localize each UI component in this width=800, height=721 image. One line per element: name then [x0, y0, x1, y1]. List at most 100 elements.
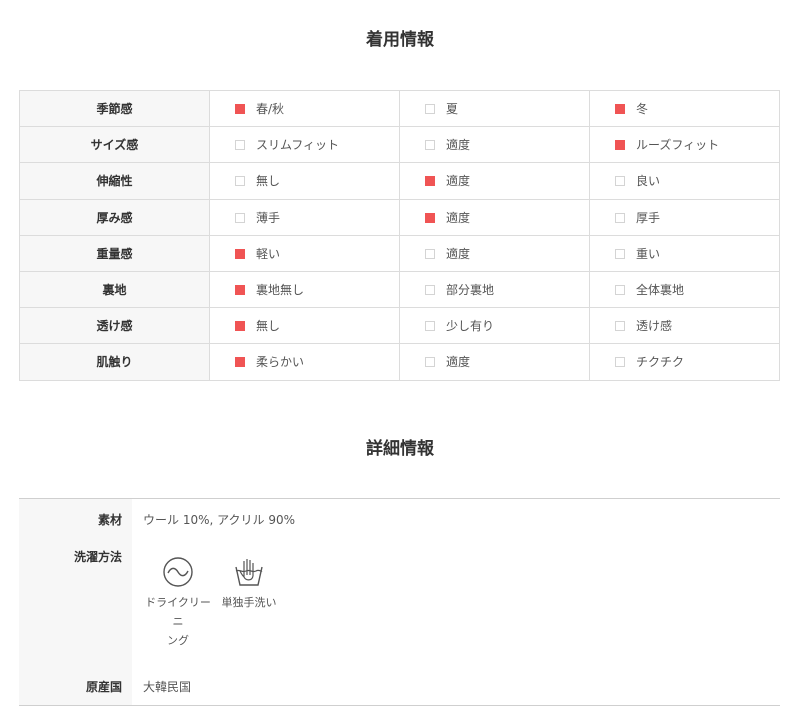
wear-row: 伸縮性 無し 適度 良い [19, 162, 780, 200]
wear-option: 重い [589, 234, 780, 272]
wear-option-label: 適度 [446, 355, 471, 370]
wear-option-label: 軽い [256, 246, 281, 261]
checked-box-icon [235, 357, 245, 368]
wear-option: 部分裏地 [399, 270, 590, 309]
unchecked-box-icon [425, 321, 435, 332]
unchecked-box-icon [425, 248, 435, 259]
dry-clean-icon [163, 557, 193, 587]
wear-option: スリムフィット [209, 126, 400, 164]
wear-option: 透け感 [589, 307, 780, 345]
wear-row: 透け感 無し 少し有り 透け感 [19, 307, 780, 345]
wear-option: 厚手 [589, 198, 780, 236]
unchecked-box-icon [235, 176, 245, 187]
material-label: 素材 [97, 513, 122, 527]
wear-row-label: 透け感 [19, 307, 210, 345]
checked-box-icon [235, 248, 245, 259]
wear-option: ルーズフィット [589, 126, 780, 164]
wear-option-label: 無し [256, 174, 281, 189]
wear-row: 季節感 春/秋 夏 冬 [19, 89, 780, 128]
checked-box-icon [615, 104, 625, 115]
wear-option: 柔らかい [209, 343, 400, 381]
checked-box-icon [235, 104, 245, 115]
unchecked-box-icon [425, 357, 435, 368]
wear-option: 夏 [399, 89, 590, 128]
wear-option: 適度 [399, 343, 590, 381]
unchecked-box-icon [425, 104, 435, 115]
detail-labels-column [19, 499, 132, 705]
unchecked-box-icon [615, 285, 625, 296]
wear-option-label: 部分裏地 [446, 283, 495, 298]
wear-row: 重量感 軽い 適度 重い [19, 234, 780, 272]
wear-option-label: スリムフィット [256, 138, 340, 153]
unchecked-box-icon [615, 248, 625, 259]
wear-option: 春/秋 [209, 89, 400, 128]
unchecked-box-icon [425, 140, 435, 151]
checked-box-icon [425, 212, 435, 223]
wear-option: 良い [589, 162, 780, 200]
unchecked-box-icon [425, 285, 435, 296]
wear-option: 適度 [399, 126, 590, 164]
wear-option: 適度 [399, 234, 590, 272]
wear-option-label: 良い [636, 174, 661, 189]
wear-option: 冬 [589, 89, 780, 128]
checked-box-icon [615, 140, 625, 151]
detail-info-title: 詳細情報 [366, 439, 434, 459]
wear-option-label: 春/秋 [256, 102, 285, 117]
hand-wash-icon [235, 559, 263, 586]
wear-row: 厚み感 薄手 適度 厚手 [19, 198, 780, 236]
origin-label: 原産国 [85, 680, 122, 694]
wear-option: 裏地無し [209, 270, 400, 309]
washing-label: 洗濯方法 [73, 550, 122, 564]
wear-row: 裏地 裏地無し 部分裏地 全体裏地 [19, 270, 780, 309]
wear-option-label: 冬 [636, 102, 649, 117]
checked-box-icon [235, 285, 245, 296]
wear-option-label: 裏地無し [256, 283, 305, 298]
care-hand-wash-line1: 単独手洗い [221, 596, 277, 609]
unchecked-box-icon [615, 176, 625, 187]
wear-row-label: 伸縮性 [19, 162, 210, 200]
wear-option: 無し [209, 162, 400, 200]
wear-option-label: 適度 [446, 210, 471, 225]
wear-option-label: 全体裏地 [636, 283, 685, 298]
wear-option-label: 無し [256, 319, 281, 334]
unchecked-box-icon [235, 140, 245, 151]
wear-row-label: サイズ感 [19, 126, 210, 164]
wear-row: サイズ感 スリムフィット 適度 ルーズフィット [19, 126, 780, 164]
wear-option-label: ルーズフィット [636, 138, 720, 153]
wear-option-label: 透け感 [636, 319, 673, 334]
material-value: ウール 10%, アクリル 90% [143, 513, 296, 527]
wear-row-label: 厚み感 [19, 198, 210, 236]
wear-info-title: 着用情報 [366, 30, 434, 50]
unchecked-box-icon [615, 357, 625, 368]
wear-option: 全体裏地 [589, 270, 780, 309]
wear-option-label: 適度 [446, 174, 471, 189]
wear-option-label: 柔らかい [256, 355, 305, 370]
wear-option: 薄手 [209, 198, 400, 236]
checked-box-icon [235, 321, 245, 332]
wear-option-label: 少し有り [446, 319, 495, 334]
wear-option-label: 適度 [446, 138, 471, 153]
wear-option-label: 適度 [446, 246, 471, 261]
wear-option: 適度 [399, 198, 590, 236]
detail-info-table: 素材 ウール 10%, アクリル 90% 洗濯方法 ドライクリーニ ング 単独手… [19, 498, 780, 706]
wear-row-label: 重量感 [19, 234, 210, 272]
wear-option: チクチク [589, 343, 780, 381]
wear-option-label: 厚手 [636, 210, 661, 225]
unchecked-box-icon [615, 321, 625, 332]
origin-value: 大韓民国 [143, 680, 192, 694]
care-dry-clean-line2: ング [167, 634, 189, 647]
wear-row-label: 裏地 [19, 270, 210, 309]
wear-info-table: 季節感 春/秋夏冬サイズ感 スリムフィット 適度 ルーズフィット 伸縮性 無し 適度 良い 厚み感… [19, 89, 780, 381]
unchecked-box-icon [615, 212, 625, 223]
wear-option: 適度 [399, 162, 590, 200]
wear-option-label: 重い [636, 246, 661, 261]
wear-option-label: チクチク [636, 355, 685, 370]
care-item-dry-clean: ドライクリーニ ング [141, 557, 215, 650]
wear-option: 少し有り [399, 307, 590, 345]
wear-option-label: 夏 [446, 102, 459, 117]
wear-option: 軽い [209, 234, 400, 272]
care-item-hand-wash: 単独手洗い [219, 557, 279, 612]
wear-option: 無し [209, 307, 400, 345]
unchecked-box-icon [235, 212, 245, 223]
wear-row-label: 季節感 [19, 89, 210, 128]
